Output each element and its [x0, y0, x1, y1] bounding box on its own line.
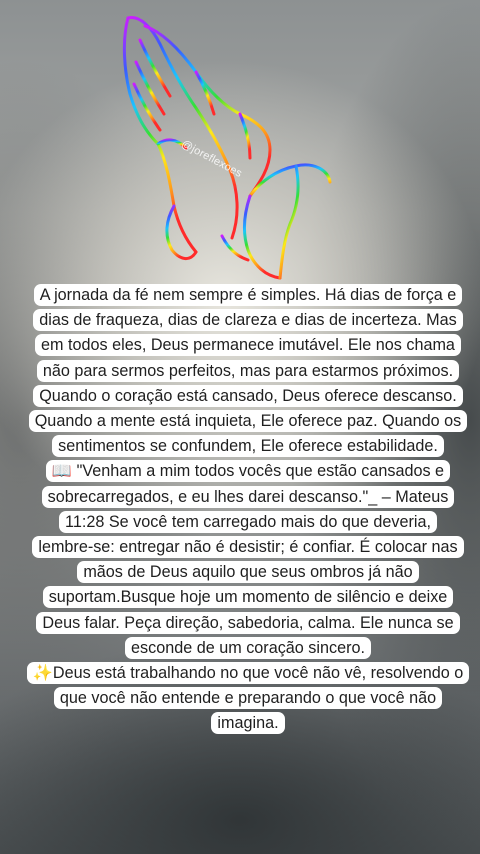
post-line: mãos de Deus aquilo que seus ombros já n…: [26, 560, 470, 585]
post-line-text: 11:28 Se você tem carregado mais do que …: [59, 510, 437, 533]
post-line-text: sobrecarregados, e eu lhes darei descans…: [41, 485, 455, 508]
post-line: em todos eles, Deus permanece imutável. …: [26, 333, 470, 358]
post-line-text: dias de fraqueza, dias de clareza e dias…: [33, 309, 463, 332]
post-line: imagina.: [26, 711, 470, 736]
post-line-text: sentimentos se confundem, Ele oferece es…: [52, 435, 444, 458]
post-line: sentimentos se confundem, Ele oferece es…: [26, 434, 470, 459]
post-line-text: imagina.: [211, 712, 285, 735]
post-line: Deus falar. Peça direção, sabedoria, cal…: [26, 611, 470, 636]
post-line-text: A jornada da fé nem sempre é simples. Há…: [33, 284, 463, 306]
post-line: lembre-se: entregar não é desistir; é co…: [26, 535, 470, 560]
post-line: sobrecarregados, e eu lhes darei descans…: [26, 485, 470, 510]
post-line: suportam.Busque hoje um momento de silên…: [26, 585, 470, 610]
post-line-text: Quando a mente está inquieta, Ele oferec…: [28, 410, 468, 433]
post-text-block: A jornada da fé nem sempre é simples. Há…: [26, 283, 470, 737]
post-line: dias de fraqueza, dias de clareza e dias…: [26, 308, 470, 333]
post-line: 11:28 Se você tem carregado mais do que …: [26, 510, 470, 535]
post-line-text: em todos eles, Deus permanece imutável. …: [35, 334, 461, 357]
praying-hands-illustration: [122, 16, 332, 280]
post-line-text: mãos de Deus aquilo que seus ombros já n…: [77, 561, 419, 584]
post-line-text: 📖 "Venham a mim todos vocês que estão ca…: [45, 460, 451, 483]
post-line-text: não para sermos perfeitos, mas para esta…: [36, 359, 460, 382]
post-line: esconde de um coração sincero.: [26, 636, 470, 661]
post-line: que você não entende e preparando o que …: [26, 686, 470, 711]
post-line-text: suportam.Busque hoje um momento de silên…: [42, 586, 454, 609]
post-line: ✨Deus está trabalhando no que você não v…: [26, 661, 470, 686]
post-line: Quando a mente está inquieta, Ele oferec…: [26, 409, 470, 434]
post-line-text: Quando o coração está cansado, Deus ofer…: [33, 384, 463, 407]
post-line-text: que você não entende e preparando o que …: [53, 687, 443, 710]
post-line-text: esconde de um coração sincero.: [125, 636, 371, 659]
post-line: A jornada da fé nem sempre é simples. Há…: [26, 283, 470, 308]
post-line: não para sermos perfeitos, mas para esta…: [26, 359, 470, 384]
post-line-text: Deus falar. Peça direção, sabedoria, cal…: [36, 611, 460, 634]
post-line-text: lembre-se: entregar não é desistir; é co…: [32, 536, 464, 559]
post-line-text: ✨Deus está trabalhando no que você não v…: [26, 662, 470, 685]
post-line: Quando o coração está cansado, Deus ofer…: [26, 384, 470, 409]
post-line: 📖 "Venham a mim todos vocês que estão ca…: [26, 459, 470, 484]
